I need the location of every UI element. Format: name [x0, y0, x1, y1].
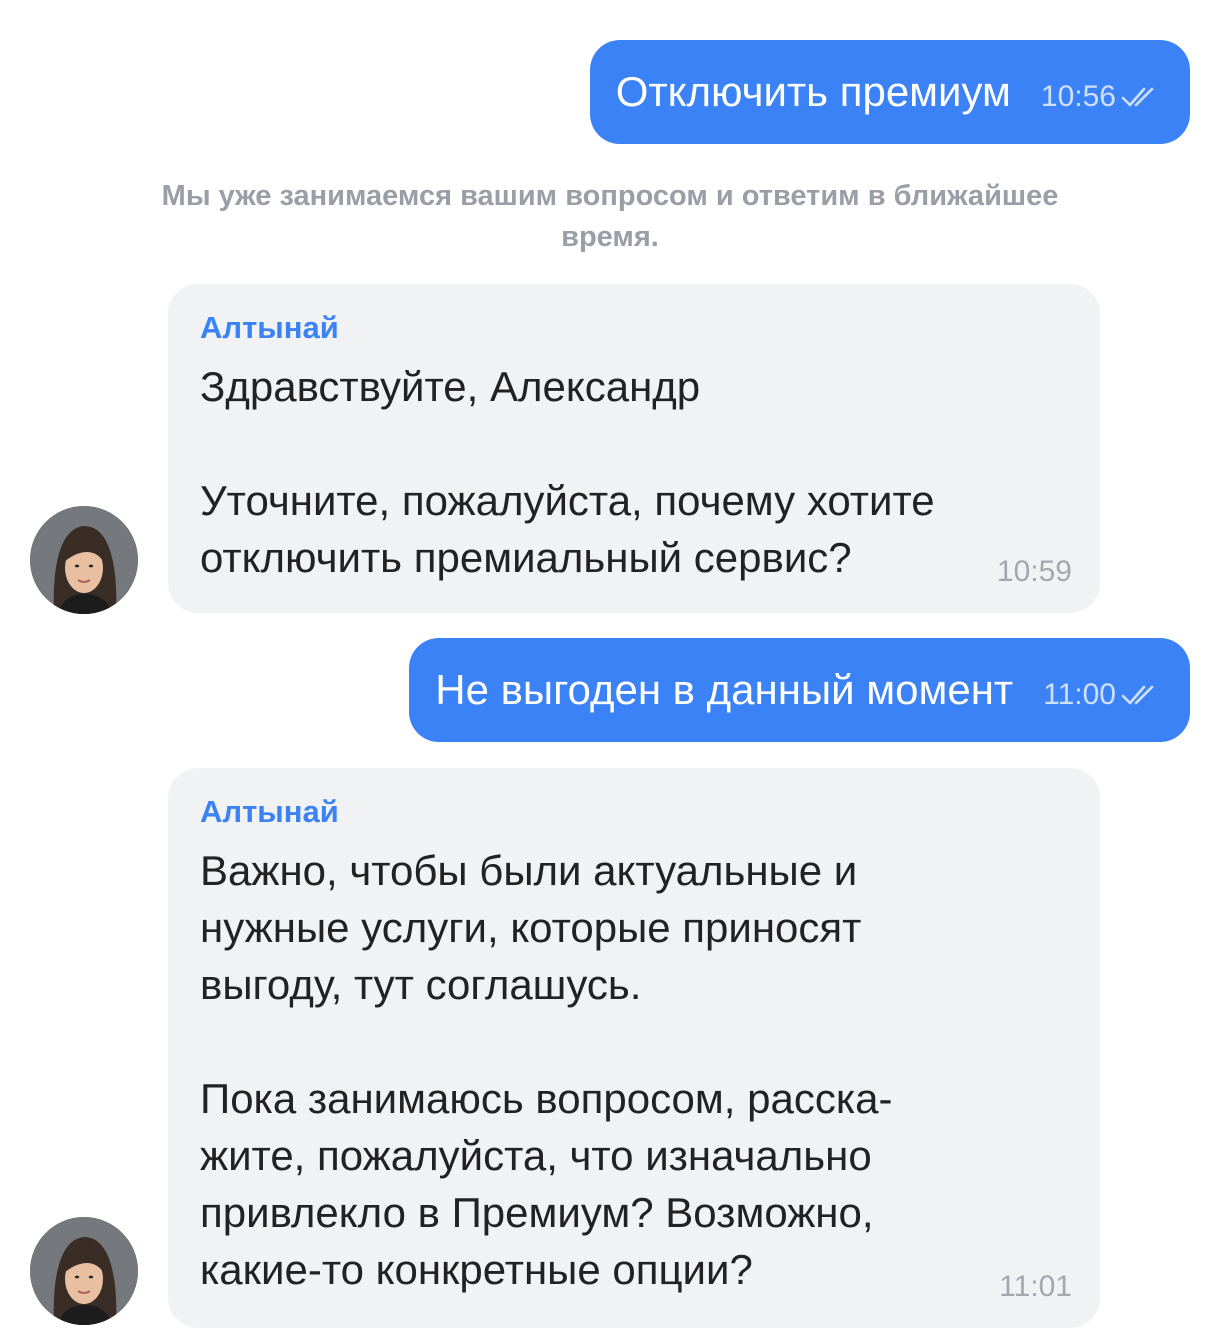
agent-photo: [30, 506, 138, 614]
incoming-message[interactable]: Алтынай Важно, чтобы были актуальные и н…: [168, 768, 1100, 1328]
system-notice: Мы уже занимаемся вашим вопросом и ответ…: [161, 180, 1059, 253]
incoming-message[interactable]: Алтынай Здравствуйте, Александр Уточните…: [168, 284, 1100, 613]
double-check-icon: [1121, 87, 1154, 107]
message-meta: 11:00: [1043, 678, 1160, 712]
message-paragraph: Здравствуйте, Александр: [200, 363, 701, 410]
message-time: 10:59: [996, 555, 1072, 588]
message-paragraph: Пока занимаюсь вопросом, расска­жите, по…: [200, 1075, 893, 1293]
outgoing-message[interactable]: Не выгоден в данный момент 11:00: [409, 638, 1190, 742]
message-paragraph: Уточните, пожалуйста, почему хотите откл…: [200, 477, 935, 581]
avatar[interactable]: [30, 506, 138, 614]
message-time: 11:01: [999, 1270, 1072, 1303]
double-check-icon: [1121, 685, 1154, 705]
agent-photo: [30, 1217, 138, 1325]
message-text: Отключить премиум: [615, 68, 1011, 115]
message-meta: 10:56: [1041, 80, 1160, 114]
sender-name: Алтынай: [200, 794, 339, 829]
message-time: 10:56: [1040, 80, 1116, 113]
outgoing-message[interactable]: Отключить премиум 10:56: [589, 40, 1190, 144]
message-time: 11:00: [1043, 678, 1116, 711]
message-text: Не выгоден в данный момент: [435, 666, 1014, 713]
message-paragraph: Важно, чтобы были актуальные и нужные ус…: [200, 847, 862, 1008]
avatar[interactable]: [30, 1217, 138, 1325]
sender-name: Алтынай: [200, 310, 339, 345]
